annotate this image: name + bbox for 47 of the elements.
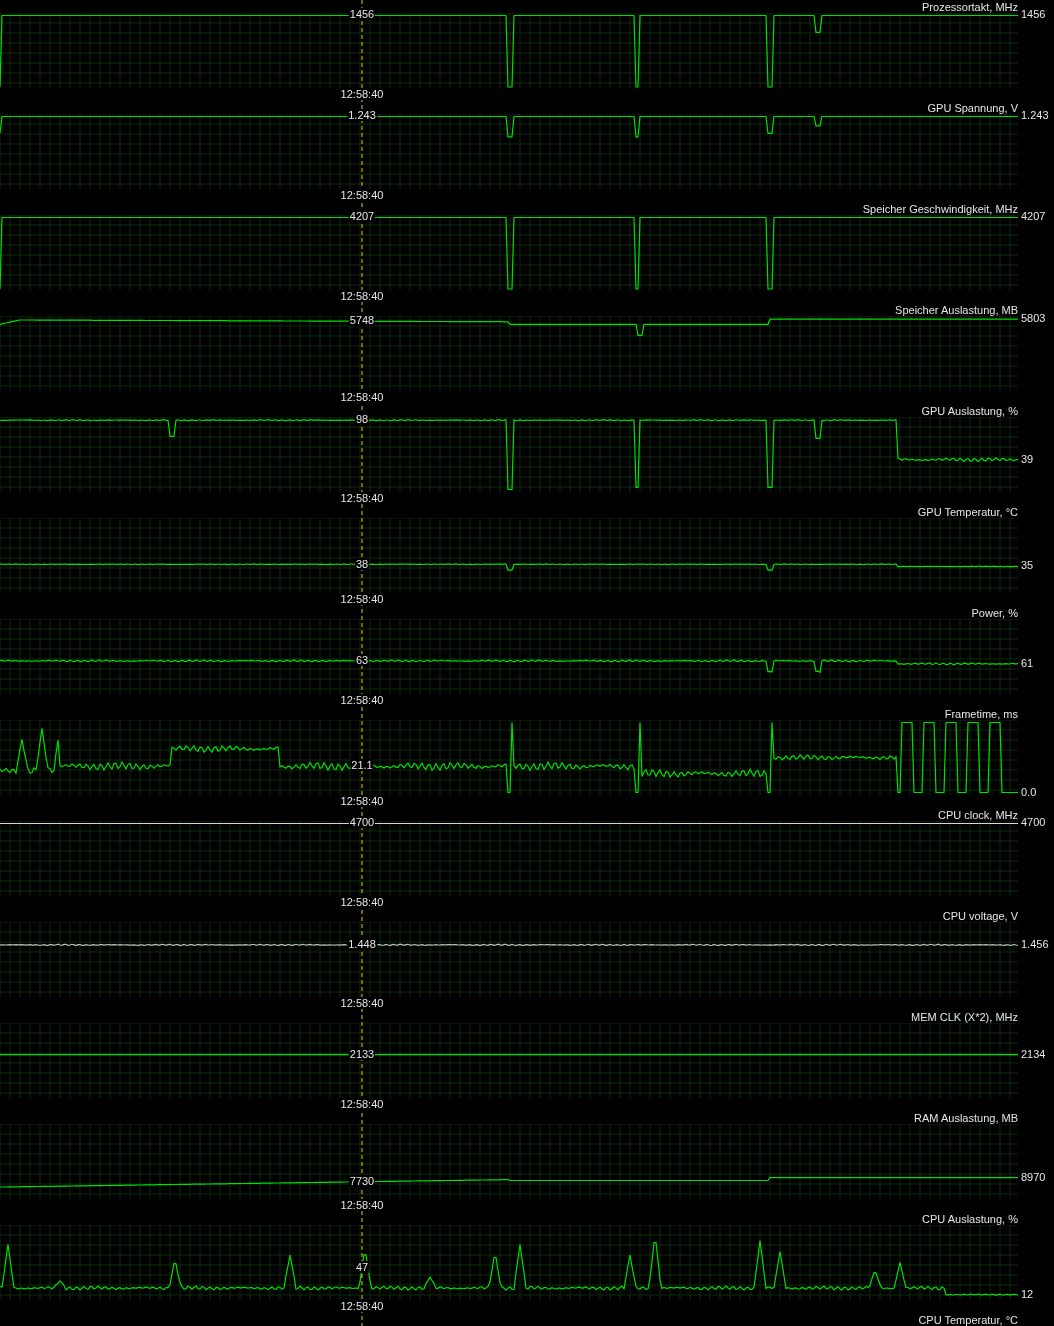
graph-title: CPU voltage, V — [942, 909, 1018, 922]
current-value: 5803 — [1021, 312, 1046, 325]
cursor-time: 12:58:40 — [339, 290, 385, 302]
cursor-time: 12:58:40 — [339, 1300, 385, 1312]
graph-title: Frametime, ms — [944, 707, 1018, 720]
cursor-value: 98 — [354, 413, 370, 426]
current-value: 1456 — [1021, 8, 1046, 21]
cursor-value: 4207 — [348, 210, 376, 223]
graph-title: Power, % — [971, 606, 1018, 619]
cursor-time: 12:58:40 — [339, 593, 385, 605]
current-value: 1.243 — [1021, 109, 1049, 122]
cursor-value: 1456 — [348, 8, 376, 21]
cursor-value: 4700 — [348, 816, 376, 829]
current-value: 39 — [1021, 452, 1034, 465]
cursor-value: 1.448 — [347, 938, 377, 951]
cursor-time: 12:58:40 — [339, 997, 385, 1009]
current-value: 4207 — [1021, 210, 1046, 223]
current-value: 2134 — [1021, 1047, 1046, 1060]
cursor-time: 12:58:40 — [339, 391, 385, 403]
graph-title: CPU clock, MHz — [937, 808, 1018, 821]
current-value: 0.0 — [1021, 785, 1037, 798]
cursor-time: 12:58:40 — [339, 492, 385, 504]
graph-title: RAM Auslastung, MB — [914, 1111, 1018, 1124]
cursor-time: 12:58:40 — [339, 1098, 385, 1110]
graph-title: GPU Spannung, V — [927, 101, 1018, 114]
cursor-time: 12:58:40 — [339, 896, 385, 908]
current-value: 4700 — [1021, 816, 1046, 829]
cursor-time: 12:58:40 — [339, 189, 385, 201]
graph-title: GPU Auslastung, % — [921, 404, 1018, 417]
graph-title: CPU Auslastung, % — [922, 1212, 1018, 1225]
cursor-value: 1.243 — [347, 109, 377, 122]
cursor-time: 12:58:40 — [339, 88, 385, 100]
current-value: 35 — [1021, 559, 1034, 572]
graph-title: GPU Temperatur, °C — [917, 505, 1018, 518]
current-value: 61 — [1021, 657, 1034, 670]
current-value: 8970 — [1021, 1170, 1046, 1183]
cursor-time: 12:58:40 — [339, 694, 385, 706]
current-value: 12 — [1021, 1287, 1034, 1300]
cursor-time: 12:58:40 — [339, 795, 385, 807]
cursor-time: 12:58:40 — [339, 1199, 385, 1211]
cursor-value: 5748 — [348, 314, 376, 327]
graph-title: Speicher Auslastung, MB — [895, 303, 1018, 316]
graph-title: CPU Temperatur, °C — [918, 1313, 1018, 1326]
graph-title: Speicher Geschwindigkeit, MHz — [862, 202, 1018, 215]
graph-title: Prozessortakt, MHz — [922, 0, 1018, 13]
graph-title: MEM CLK (X*2), MHz — [911, 1010, 1018, 1023]
current-value: 1.456 — [1021, 938, 1049, 951]
